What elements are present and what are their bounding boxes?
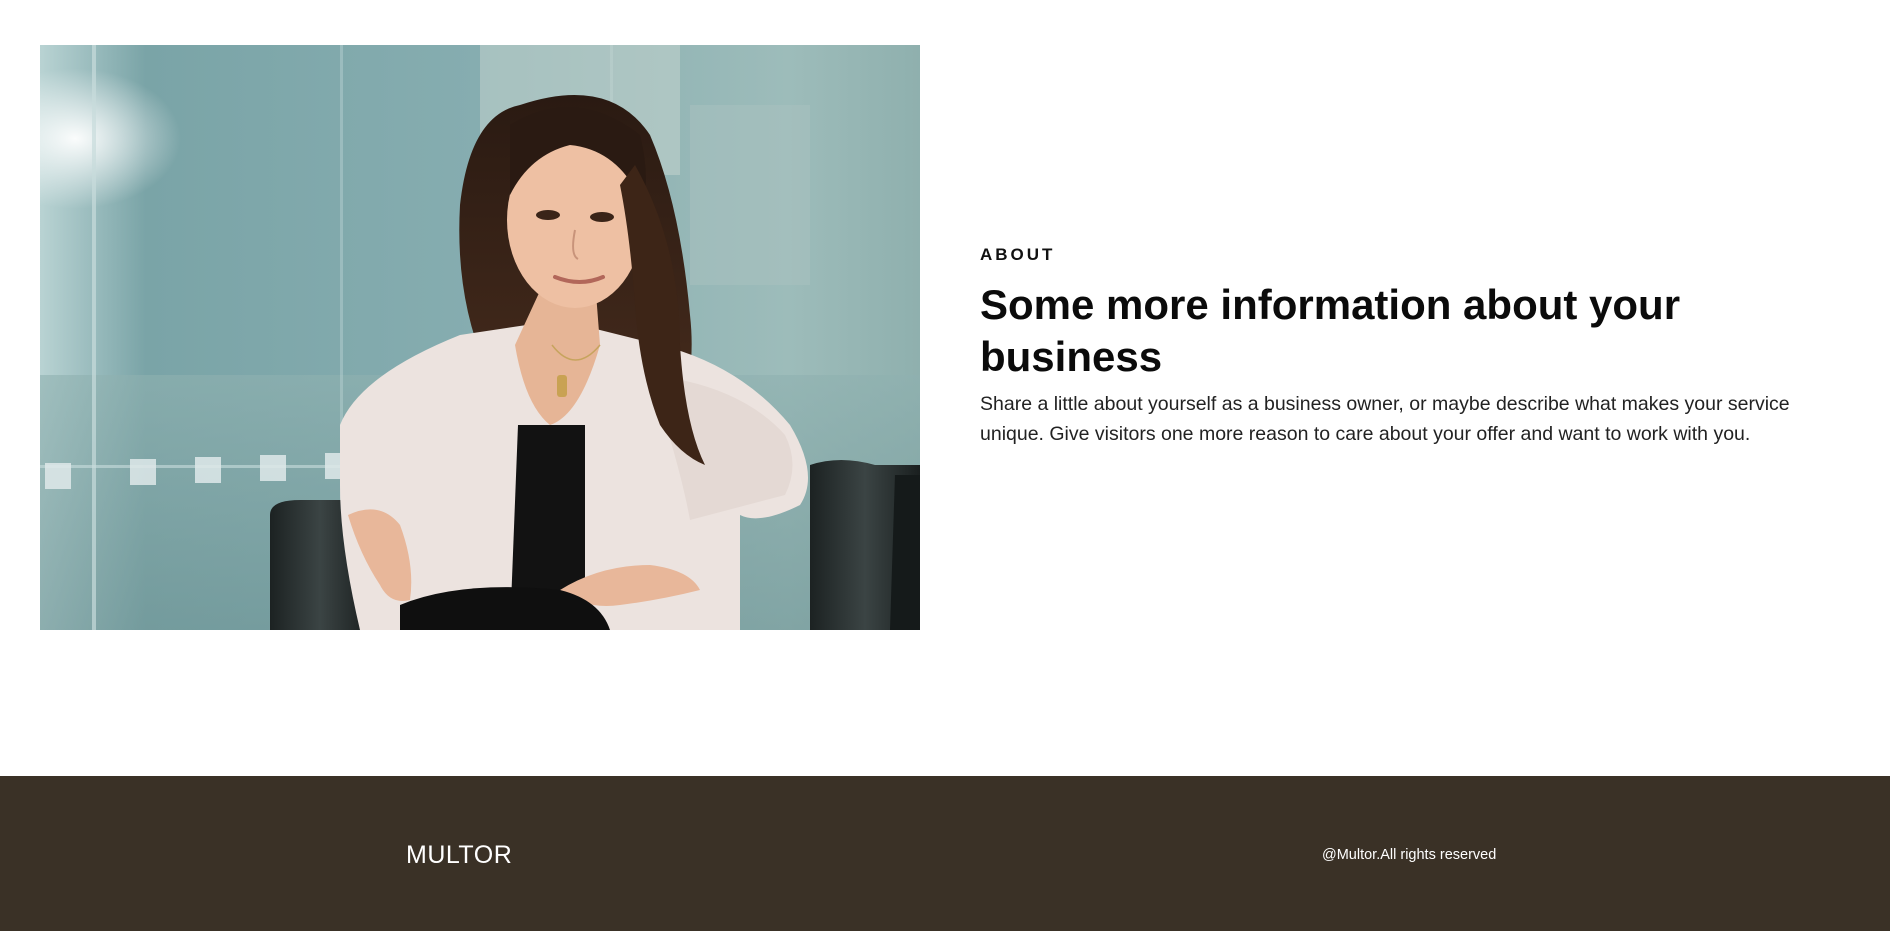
about-section: ABOUT Some more information about your b… — [0, 0, 1890, 776]
footer-brand-link[interactable]: MULTOR — [406, 841, 512, 870]
section-eyebrow: ABOUT — [980, 245, 1056, 264]
portrait-image — [40, 45, 920, 630]
section-headline: Some more information about your busines… — [980, 281, 1681, 380]
page: ABOUT Some more information about your b… — [0, 0, 1890, 931]
footer-copyright: @Multor.All rights reserved — [1322, 847, 1497, 863]
site-footer: MULTOR @Multor.All rights reserved — [0, 776, 1890, 931]
section-body: Share a little about yourself as a busin… — [980, 393, 1790, 445]
about-photo — [40, 45, 920, 630]
about-text-block: ABOUT Some more information about your b… — [980, 245, 1840, 449]
